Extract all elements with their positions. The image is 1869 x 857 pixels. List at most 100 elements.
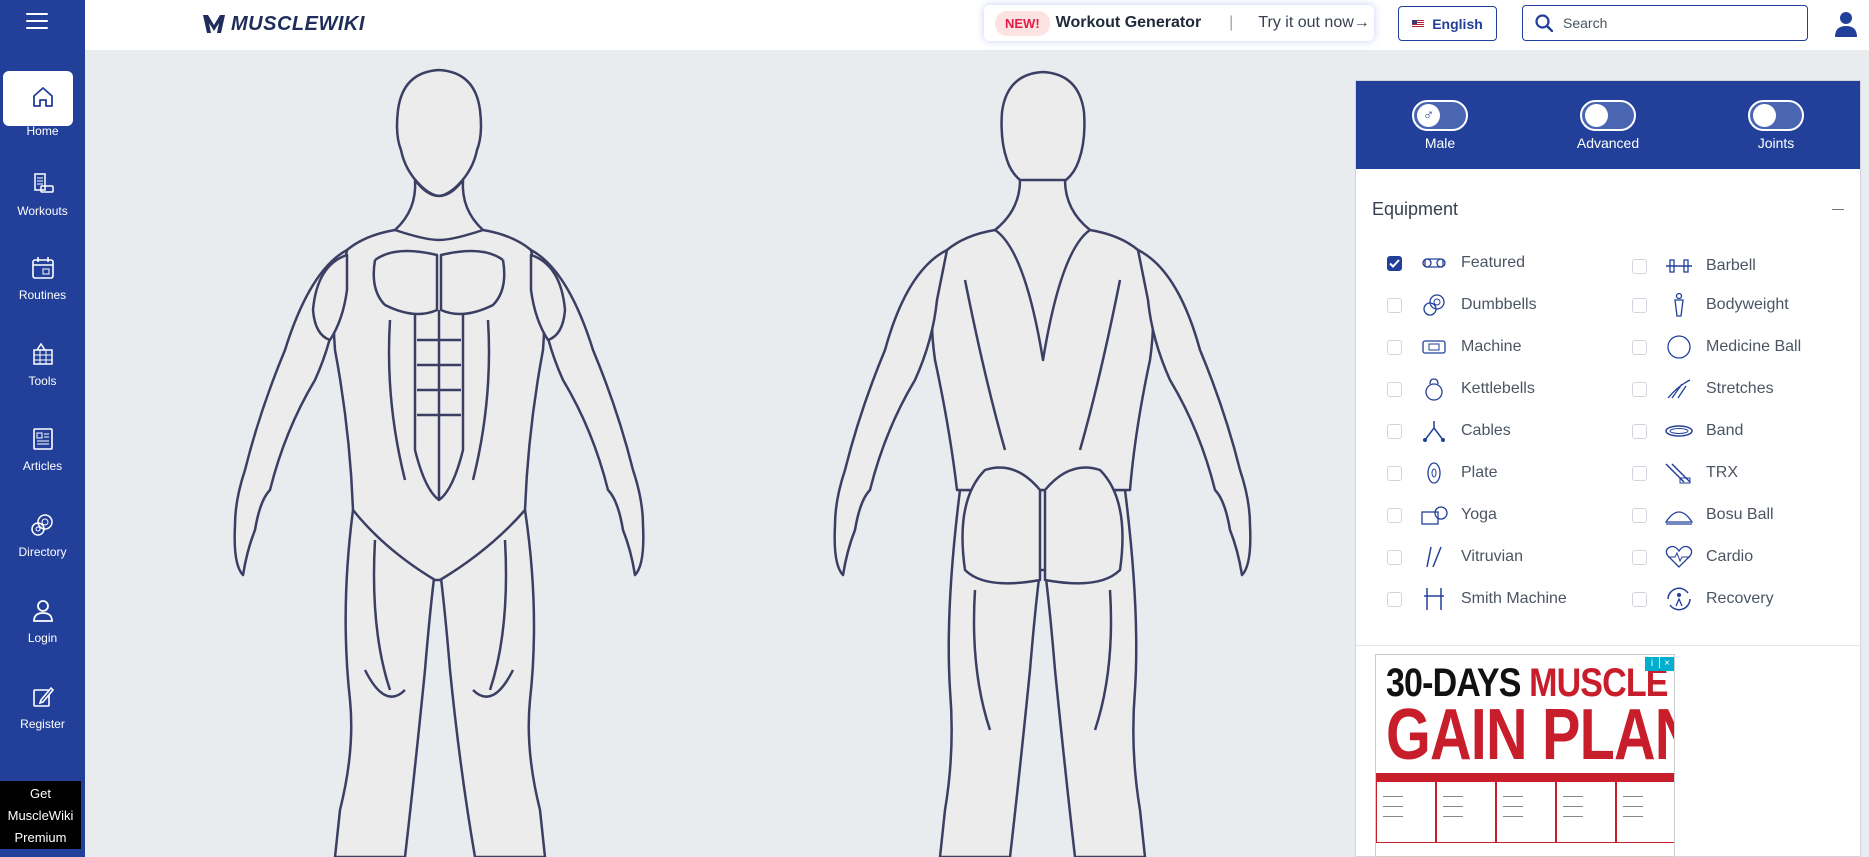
sidebar-item-home[interactable]: Home (0, 71, 85, 138)
logo[interactable]: MUSCLEWIKI (201, 9, 365, 39)
sidebar-item-label: Articles (22, 459, 63, 473)
toggle-switch[interactable] (1580, 100, 1636, 131)
checkbox[interactable] (1632, 549, 1647, 565)
male-toggle[interactable]: ♂ Male (1370, 100, 1510, 151)
back-body-figure (833, 70, 1252, 857)
trx-icon (1665, 463, 1691, 484)
checkbox[interactable] (1387, 465, 1402, 481)
toggle-switch[interactable]: ♂ (1412, 100, 1468, 131)
language-selector[interactable]: English (1398, 6, 1497, 41)
bodyweight-icon (1674, 292, 1684, 317)
equipment-label: Barbell (1706, 257, 1756, 274)
advanced-toggle[interactable]: Advanced (1538, 100, 1678, 151)
equipment-label: TRX (1706, 464, 1738, 481)
checkbox[interactable] (1632, 507, 1647, 523)
promo-separator: | (1229, 14, 1234, 31)
equipment-medicine-ball[interactable]: Medicine Ball (1632, 332, 1801, 362)
search-input[interactable] (1563, 15, 1793, 31)
equipment-trx[interactable]: TRX (1632, 458, 1738, 488)
equipment-barbell[interactable]: Barbell (1632, 251, 1756, 281)
checkbox[interactable] (1387, 507, 1402, 523)
checkbox[interactable] (1632, 423, 1647, 439)
barbell-icon (1666, 259, 1692, 273)
checkbox[interactable] (1387, 381, 1402, 397)
hamburger-menu-icon[interactable] (26, 13, 48, 31)
equipment-label: Cables (1461, 422, 1511, 439)
sidebar-item-routines[interactable]: Routines (0, 254, 85, 302)
front-head[interactable] (395, 68, 483, 198)
joints-toggle[interactable]: Joints (1706, 100, 1846, 151)
checkbox[interactable] (1632, 339, 1647, 355)
back-right-arm[interactable] (1136, 248, 1252, 577)
equipment-yoga[interactable]: Yoga (1387, 500, 1497, 530)
language-label: English (1432, 15, 1483, 32)
cables-icon (1423, 421, 1445, 442)
equipment-cables[interactable]: Cables (1387, 416, 1511, 446)
equipment-featured[interactable]: Featured (1387, 248, 1525, 278)
checkbox[interactable] (1387, 297, 1402, 313)
sidebar-item-label: Register (20, 717, 65, 731)
collapse-icon[interactable] (1832, 209, 1844, 210)
equipment-recovery[interactable]: Recovery (1632, 584, 1774, 614)
equipment-machine[interactable]: Machine (1387, 332, 1521, 362)
toggle-switch[interactable] (1748, 100, 1804, 131)
equipment-grid: Featured Dumbbells Machine Kettlebells C… (1356, 248, 1860, 628)
equipment-kettlebells[interactable]: Kettlebells (1387, 374, 1535, 404)
get-premium-button[interactable]: Get MuscleWiki Premium (0, 781, 81, 849)
equipment-bosu-ball[interactable]: Bosu Ball (1632, 500, 1774, 530)
equipment-plate[interactable]: Plate (1387, 458, 1497, 488)
equipment-label: Bosu Ball (1706, 506, 1774, 523)
ad-calendar-graphic (1376, 773, 1674, 856)
ad-subheadline: GAIN PLAN (1386, 695, 1675, 775)
sidebar-item-articles[interactable]: Articles (0, 425, 85, 473)
checkbox[interactable] (1632, 591, 1647, 607)
sidebar-item-workouts[interactable]: Workouts (0, 170, 85, 218)
back-head[interactable] (1000, 70, 1086, 192)
plate-icon (1427, 462, 1441, 484)
heart-rate-icon (1665, 545, 1693, 568)
equipment-header[interactable]: Equipment (1356, 199, 1860, 220)
sidebar: Home Workouts Routines Tools Articles Di… (0, 0, 85, 857)
account-icon[interactable] (1834, 10, 1858, 38)
checkbox[interactable] (1632, 465, 1647, 481)
front-body-figure (233, 68, 645, 857)
checkbox[interactable] (1387, 339, 1402, 355)
equipment-stretches[interactable]: Stretches (1632, 374, 1774, 404)
equipment-dumbbells[interactable]: Dumbbells (1387, 290, 1537, 320)
advertisement[interactable]: 30-DAYS MUSCLE GAIN PLAN i × (1375, 654, 1675, 857)
sidebar-item-login[interactable]: Login (0, 597, 85, 645)
equipment-label: Bodyweight (1706, 296, 1789, 313)
workout-generator-promo[interactable]: NEW! Workout Generator | Try it out now→ (984, 5, 1374, 41)
equipment-smith-machine[interactable]: Smith Machine (1387, 584, 1567, 614)
ad-close-icon[interactable]: × (1660, 657, 1674, 671)
equipment-bodyweight[interactable]: Bodyweight (1632, 290, 1789, 320)
equipment-vitruvian[interactable]: Vitruvian (1387, 542, 1523, 572)
equipment-label: Kettlebells (1461, 380, 1535, 397)
medicine-ball-icon (1667, 335, 1691, 359)
back-left-arm[interactable] (833, 248, 949, 577)
sidebar-item-tools[interactable]: Tools (0, 340, 85, 388)
checkbox[interactable] (1387, 549, 1402, 565)
vitruvian-icon (1426, 546, 1442, 568)
dumbbells-icon (1423, 294, 1445, 316)
equipment-label: Stretches (1706, 380, 1774, 397)
equipment-cardio[interactable]: Cardio (1632, 542, 1753, 572)
checkbox[interactable] (1632, 297, 1647, 313)
sidebar-item-directory[interactable]: Directory (0, 511, 85, 559)
try-it-out-link[interactable]: Try it out now→ (1258, 14, 1369, 32)
sidebar-item-register[interactable]: Register (0, 683, 85, 731)
ad-choices[interactable]: i × (1644, 657, 1674, 671)
checkbox[interactable] (1632, 258, 1647, 274)
equipment-label: Yoga (1461, 506, 1497, 523)
equipment-band[interactable]: Band (1632, 416, 1743, 446)
recovery-icon (1667, 587, 1691, 611)
checkbox-checked[interactable] (1387, 255, 1402, 271)
ad-info-icon[interactable]: i (1645, 657, 1659, 671)
equipment-label: Dumbbells (1461, 296, 1537, 313)
checkbox[interactable] (1387, 423, 1402, 439)
checkbox[interactable] (1387, 591, 1402, 607)
checkbox[interactable] (1632, 381, 1647, 397)
search-box[interactable] (1522, 5, 1808, 41)
toggle-knob (1585, 104, 1608, 127)
yoga-mat-icon (1421, 506, 1448, 525)
